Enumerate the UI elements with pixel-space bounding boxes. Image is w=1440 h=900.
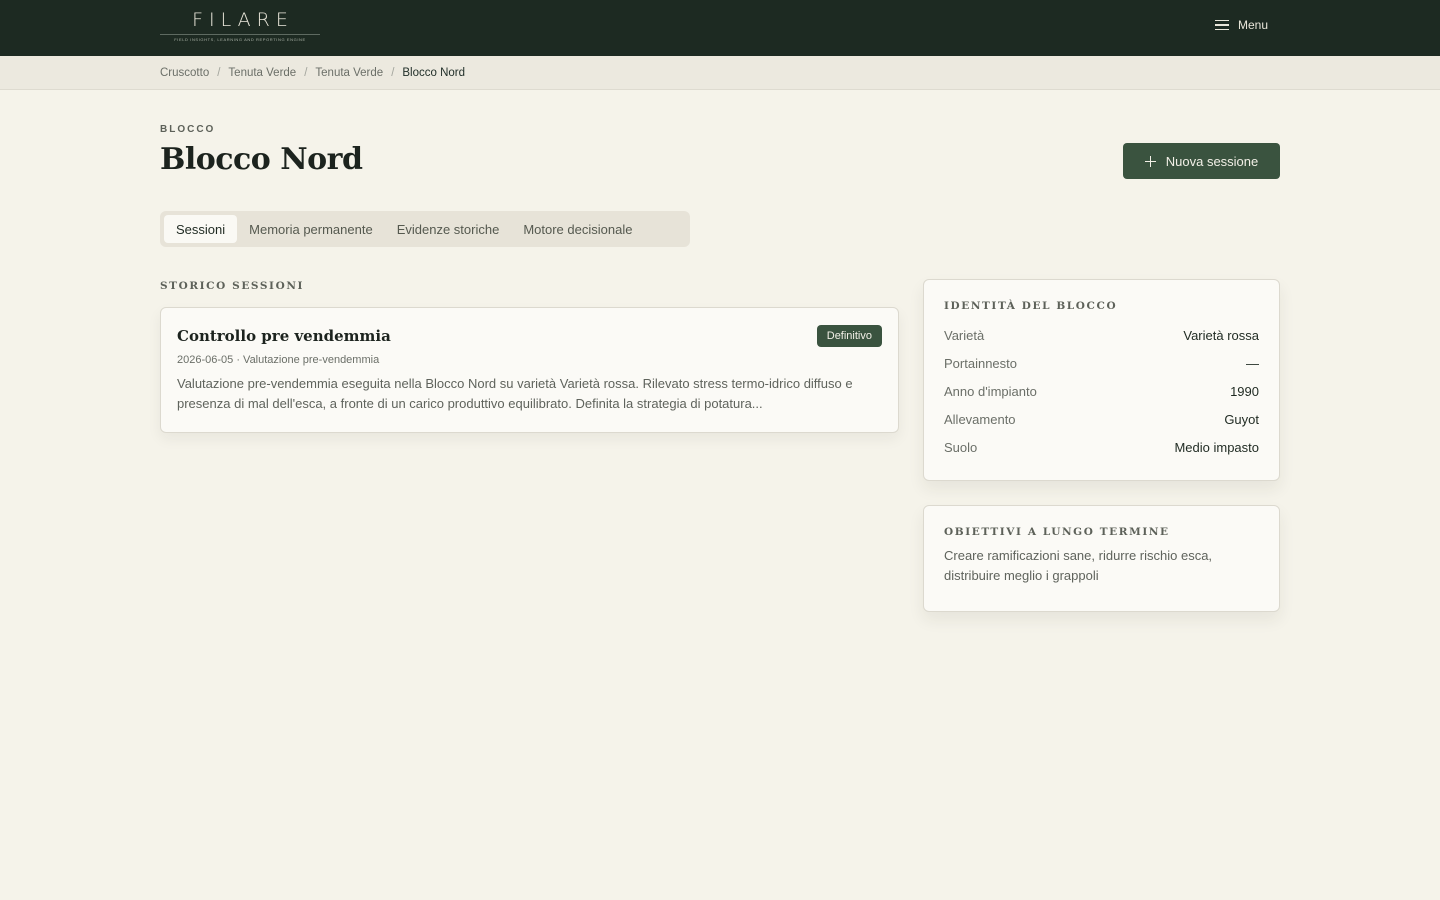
identity-row-allevamento: Allevamento Guyot bbox=[944, 405, 1259, 433]
identity-value: Medio impasto bbox=[1174, 439, 1259, 455]
breadcrumb-separator: / bbox=[391, 66, 395, 79]
identity-row-varieta: Varietà Varietà rossa bbox=[944, 321, 1259, 349]
tab-evidenze-storiche[interactable]: Evidenze storiche bbox=[385, 215, 512, 243]
session-title: Controllo pre vendemmia bbox=[177, 327, 391, 345]
block-identity-card: IDENTITÀ DEL BLOCCO Varietà Varietà ross… bbox=[923, 279, 1280, 481]
breadcrumb-item-current: Blocco Nord bbox=[402, 66, 466, 79]
identity-row-portainnesto: Portainnesto — bbox=[944, 349, 1259, 377]
new-session-label: Nuova sessione bbox=[1165, 153, 1259, 169]
menu-label: Menu bbox=[1237, 18, 1268, 32]
identity-row-suolo: Suolo Medio impasto bbox=[944, 433, 1259, 461]
identity-label: Allevamento bbox=[944, 411, 1016, 427]
tab-sessioni[interactable]: Sessioni bbox=[164, 215, 238, 243]
menu-button[interactable]: Menu bbox=[1214, 18, 1268, 32]
filare-logo[interactable]: FILARE FIELD INSIGHTS, LEARNING AND REPO… bbox=[160, 8, 320, 48]
identity-label: Suolo bbox=[944, 439, 978, 455]
breadcrumb-separator: / bbox=[304, 66, 308, 79]
identity-label: Anno d'impianto bbox=[944, 383, 1037, 399]
objectives-text: Creare ramificazioni sane, ridurre risch… bbox=[944, 548, 1213, 583]
identity-title: IDENTITÀ DEL BLOCCO bbox=[944, 300, 1118, 312]
tab-motore-decisionale[interactable]: Motore decisionale bbox=[511, 215, 644, 243]
session-description: Valutazione pre-vendemmia eseguita nella… bbox=[177, 376, 853, 411]
identity-value: Guyot bbox=[1224, 411, 1259, 427]
page-eyebrow: BLOCCO bbox=[160, 124, 216, 135]
identity-label: Portainnesto bbox=[944, 355, 1017, 371]
identity-value: 1990 bbox=[1230, 383, 1259, 399]
new-session-button[interactable]: Nuova sessione bbox=[1123, 143, 1280, 179]
page-title: Blocco Nord bbox=[160, 142, 363, 177]
session-card[interactable]: Controllo pre vendemmia Definitivo 2026-… bbox=[160, 307, 899, 433]
identity-label: Varietà bbox=[944, 327, 985, 343]
breadcrumb-separator: / bbox=[217, 66, 221, 79]
tab-memoria-permanente[interactable]: Memoria permanente bbox=[237, 215, 385, 243]
identity-value: Varietà rossa bbox=[1183, 327, 1259, 343]
long-term-objectives-card: OBIETTIVI A LUNGO TERMINE Creare ramific… bbox=[923, 505, 1280, 612]
plus-icon bbox=[1144, 155, 1156, 167]
sessions-section-label: STORICO SESSIONI bbox=[160, 280, 305, 292]
logo-divider bbox=[160, 34, 320, 35]
identity-row-anno: Anno d'impianto 1990 bbox=[944, 377, 1259, 405]
breadcrumb: Cruscotto / Tenuta Verde / Tenuta Verde … bbox=[0, 56, 1440, 90]
status-badge: Definitivo bbox=[816, 325, 882, 347]
breadcrumb-item-tenuta[interactable]: Tenuta Verde bbox=[228, 67, 296, 79]
objectives-title: OBIETTIVI A LUNGO TERMINE bbox=[944, 526, 1170, 538]
breadcrumb-item-cruscotto[interactable]: Cruscotto bbox=[160, 67, 209, 79]
hamburger-icon bbox=[1214, 19, 1229, 31]
session-meta: 2026-06-05 · Valutazione pre-vendemmia bbox=[177, 354, 380, 366]
tab-bar: Sessioni Memoria permanente Evidenze sto… bbox=[160, 211, 690, 247]
top-navigation-bar: FILARE FIELD INSIGHTS, LEARNING AND REPO… bbox=[0, 0, 1440, 56]
logo-tagline: FIELD INSIGHTS, LEARNING AND REPORTING E… bbox=[174, 37, 306, 42]
identity-value: — bbox=[1246, 355, 1259, 371]
breadcrumb-item-tenuta-2[interactable]: Tenuta Verde bbox=[315, 67, 383, 79]
logo-wordmark: FILARE bbox=[192, 9, 294, 31]
